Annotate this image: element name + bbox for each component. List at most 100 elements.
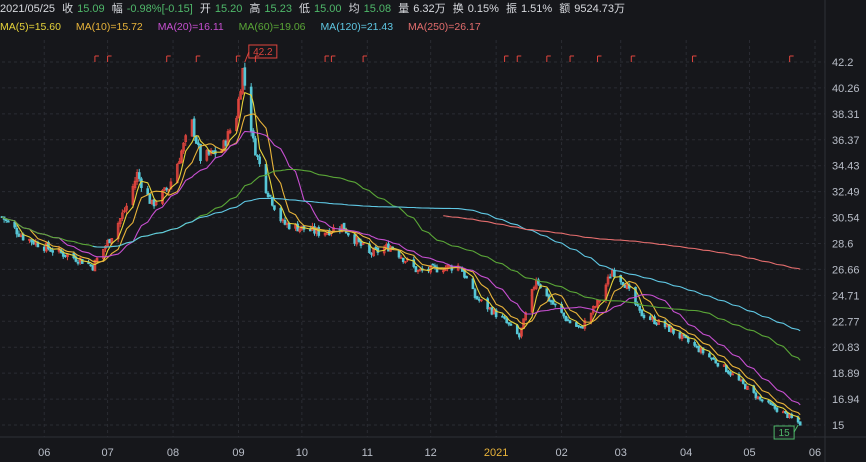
- candle-body[interactable]: [137, 172, 141, 179]
- candle-body[interactable]: [473, 289, 477, 298]
- candle-body[interactable]: [771, 403, 775, 406]
- candle-body[interactable]: [505, 318, 509, 324]
- candle-body[interactable]: [258, 156, 261, 165]
- event-flag-marker[interactable]: [504, 55, 509, 62]
- event-flag-marker[interactable]: [107, 55, 112, 62]
- candle-body[interactable]: [655, 323, 658, 325]
- candle-body[interactable]: [697, 346, 701, 353]
- candle-body[interactable]: [273, 205, 276, 210]
- candle-body[interactable]: [708, 353, 711, 358]
- candle-body[interactable]: [553, 303, 557, 306]
- candle-body[interactable]: [754, 392, 758, 399]
- candle-body[interactable]: [693, 342, 696, 346]
- candle-body[interactable]: [640, 309, 644, 317]
- event-flag-marker[interactable]: [789, 55, 794, 62]
- candle-body[interactable]: [279, 208, 283, 222]
- candle-body[interactable]: [465, 275, 468, 279]
- candle-body[interactable]: [4, 219, 8, 222]
- candle-body[interactable]: [775, 407, 779, 412]
- candle-body[interactable]: [518, 333, 521, 338]
- event-flag-marker[interactable]: [596, 55, 602, 62]
- candle-body[interactable]: [695, 345, 699, 348]
- candle-body[interactable]: [146, 188, 150, 195]
- candle-body[interactable]: [148, 193, 152, 204]
- candle-body[interactable]: [431, 263, 435, 266]
- candle-body[interactable]: [551, 300, 555, 305]
- candle-body[interactable]: [642, 314, 646, 318]
- candle-body[interactable]: [549, 300, 553, 303]
- candle-body[interactable]: [64, 254, 67, 257]
- event-flag-marker[interactable]: [630, 55, 636, 62]
- candle-body[interactable]: [769, 402, 772, 405]
- candle-body[interactable]: [347, 232, 350, 236]
- candle-body[interactable]: [268, 194, 272, 197]
- event-flag-marker[interactable]: [692, 55, 697, 62]
- candle-body[interactable]: [710, 357, 713, 360]
- candle-body[interactable]: [714, 359, 718, 364]
- candle-body[interactable]: [608, 276, 612, 279]
- candle-body[interactable]: [211, 150, 215, 153]
- event-flag-marker[interactable]: [362, 55, 368, 62]
- candle-body[interactable]: [7, 220, 10, 223]
- candle-body[interactable]: [192, 118, 196, 137]
- candle-body[interactable]: [798, 421, 802, 426]
- candle-body[interactable]: [760, 399, 764, 402]
- candle-body[interactable]: [197, 142, 200, 146]
- candle-body[interactable]: [648, 316, 652, 320]
- candlestick-chart[interactable]: 42.2 40.26 38.31 36.37 34.43 32.49 30.54 28.6 26…: [0, 0, 866, 462]
- candle-body[interactable]: [13, 221, 16, 228]
- event-flag-marker[interactable]: [166, 55, 171, 62]
- candle-body[interactable]: [256, 155, 259, 157]
- candle-body[interactable]: [568, 320, 572, 324]
- candle-body[interactable]: [577, 325, 580, 327]
- candle-body[interactable]: [249, 86, 253, 133]
- candle-body[interactable]: [266, 192, 270, 197]
- candle-body[interactable]: [782, 411, 785, 414]
- candle-body[interactable]: [744, 383, 747, 390]
- candle-body[interactable]: [678, 332, 682, 339]
- candle-body[interactable]: [562, 312, 566, 317]
- candle-body[interactable]: [224, 140, 228, 146]
- event-flag-marker[interactable]: [330, 55, 336, 62]
- candle-body[interactable]: [712, 357, 715, 360]
- candle-body[interactable]: [370, 252, 373, 255]
- candle-body[interactable]: [621, 281, 625, 286]
- candle-body[interactable]: [353, 234, 356, 244]
- candle-body[interactable]: [581, 326, 585, 329]
- candle-body[interactable]: [786, 412, 789, 418]
- candle-body[interactable]: [165, 188, 169, 191]
- candle-body[interactable]: [575, 322, 578, 327]
- candle-body[interactable]: [194, 136, 198, 144]
- candle-body[interactable]: [89, 264, 93, 267]
- candle-body[interactable]: [545, 288, 549, 297]
- candle-body[interactable]: [638, 305, 642, 311]
- candle-body[interactable]: [503, 316, 506, 319]
- candle-body[interactable]: [477, 298, 481, 301]
- candle-body[interactable]: [729, 372, 732, 376]
- candle-body[interactable]: [254, 138, 257, 156]
- event-flag-marker[interactable]: [516, 55, 522, 62]
- candle-body[interactable]: [42, 246, 46, 251]
- candle-body[interactable]: [414, 266, 418, 273]
- candle-body[interactable]: [49, 249, 52, 252]
- candle-body[interactable]: [716, 362, 720, 367]
- candle-body[interactable]: [727, 370, 730, 374]
- candle-body[interactable]: [767, 400, 770, 403]
- candle-body[interactable]: [30, 239, 33, 243]
- candle-body[interactable]: [152, 199, 156, 207]
- candle-body[interactable]: [564, 315, 568, 321]
- candle-body[interactable]: [433, 265, 437, 268]
- candle-body[interactable]: [87, 262, 90, 265]
- candle-body[interactable]: [623, 284, 627, 288]
- candle-body[interactable]: [501, 315, 504, 318]
- candle-body[interactable]: [509, 323, 513, 326]
- candle-body[interactable]: [108, 238, 112, 244]
- candle-body[interactable]: [283, 220, 287, 225]
- candle-body[interactable]: [490, 307, 494, 315]
- candle-body[interactable]: [475, 296, 479, 300]
- candle-body[interactable]: [613, 269, 616, 278]
- candle-body[interactable]: [773, 404, 777, 409]
- event-flag-marker[interactable]: [546, 55, 551, 62]
- candle-body[interactable]: [401, 257, 405, 263]
- candle-body[interactable]: [507, 322, 511, 325]
